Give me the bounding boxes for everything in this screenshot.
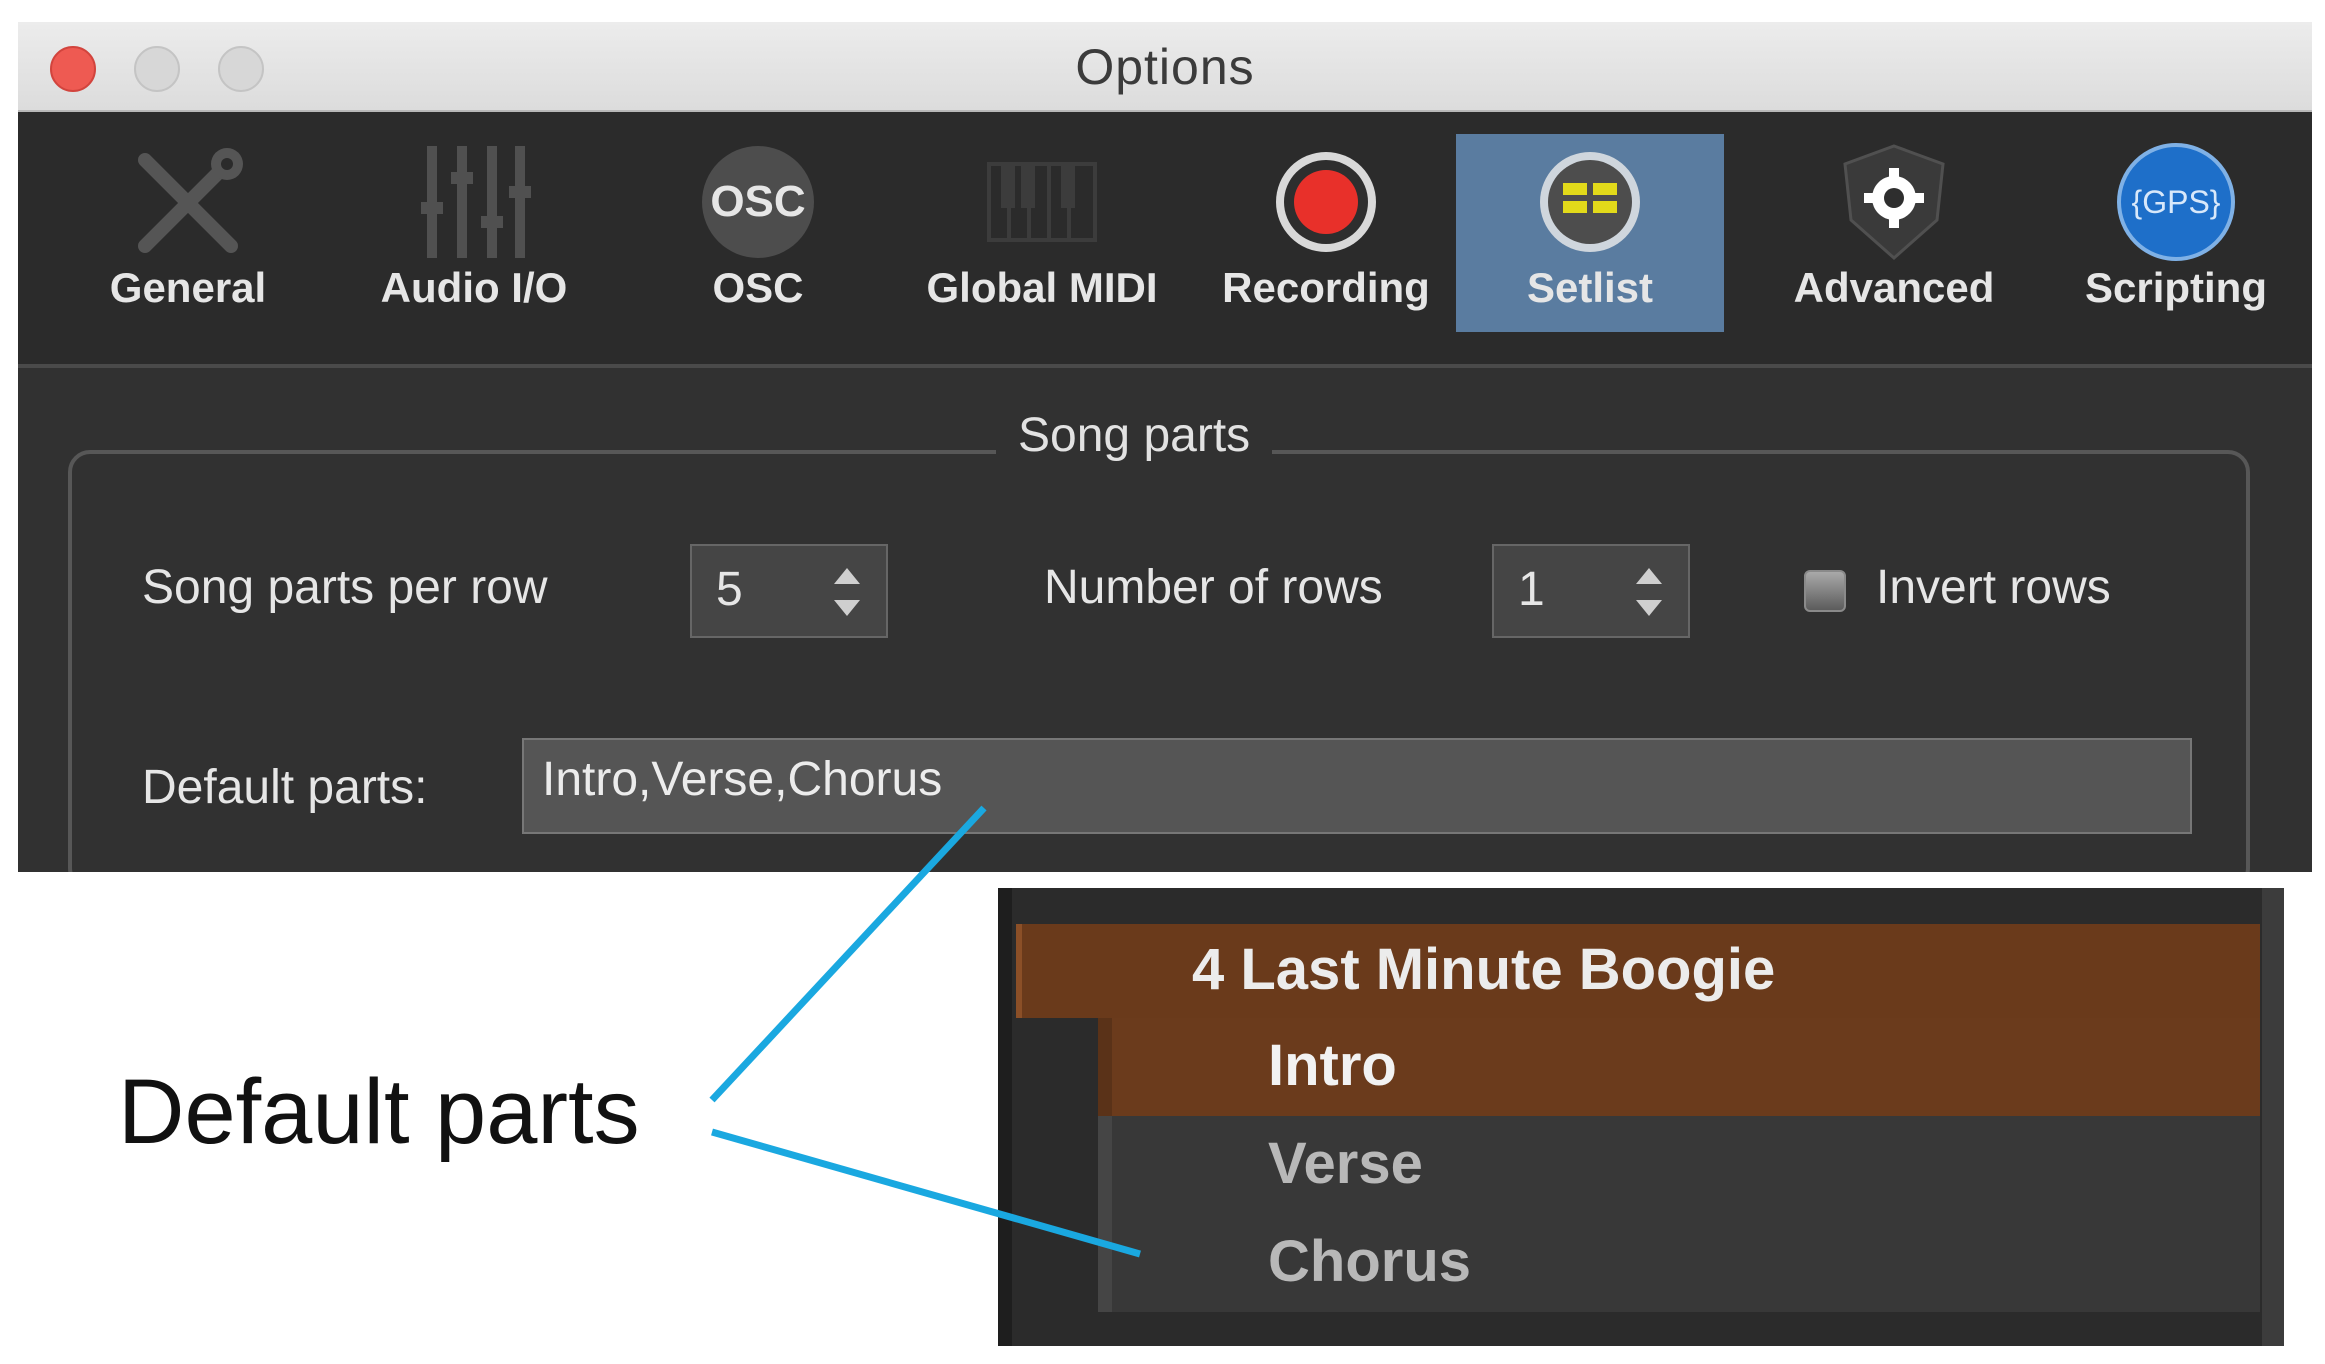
song-part-label: Intro [1268,1033,1397,1098]
tab-advanced-label: Advanced [1793,264,1995,311]
gear-shield-icon [1843,144,1945,261]
tab-general[interactable]: General [54,134,322,332]
song-part-label: Chorus [1268,1229,1471,1294]
invert-rows-checkbox[interactable] [1804,570,1846,612]
tab-setlist-label: Setlist [1526,264,1654,311]
tab-scripting[interactable]: {GPS} Scripting [2042,134,2310,332]
tab-global-midi[interactable]: Global MIDI [908,134,1176,332]
number-of-rows-label: Number of rows [1044,561,1383,614]
setlist-icon [1540,152,1640,252]
invert-rows-label: Invert rows [1876,561,2111,614]
tab-recording-label: Recording [1222,264,1430,311]
options-window: Options General Audio I/O OSC OSC Global… [18,22,2312,872]
song-parts-group-title: Song parts [996,408,1273,463]
setlist-song-row[interactable]: 4 Last Minute Boogie [1016,924,2260,1018]
song-title: 4 Last Minute Boogie [1192,937,1776,1002]
setlist-preview-panel: 4 Last Minute Boogie Intro Verse Chorus [998,888,2284,1346]
tab-audio-io[interactable]: Audio I/O [340,134,608,332]
title-bar: Options [18,22,2312,112]
song-part-row-intro[interactable]: Intro [1098,1018,2260,1116]
stepper-arrows-icon[interactable] [1632,564,1666,620]
tab-advanced[interactable]: Advanced [1760,134,2028,332]
default-parts-label: Default parts: [142,761,428,814]
keyboard-icon [987,162,1097,242]
mixer-faders-icon [421,146,531,258]
tab-recording[interactable]: Recording [1192,134,1460,332]
record-icon [1276,152,1376,252]
callout-label: Default parts [118,1061,640,1163]
song-parts-per-row-value: 5 [716,563,743,616]
tab-global-midi-label: Global MIDI [926,264,1158,311]
tab-setlist[interactable]: Setlist [1456,134,1724,332]
tab-osc[interactable]: OSC OSC [624,134,892,332]
options-toolbar: General Audio I/O OSC OSC Global MIDI Re… [18,112,2312,368]
song-part-row-verse[interactable]: Verse [1098,1116,2260,1214]
tab-osc-label: OSC [712,264,804,311]
osc-icon-text: OSC [710,177,806,226]
default-parts-input[interactable]: Intro,Verse,Chorus [522,738,2192,834]
setlist-options-content: Song parts Song parts per row 5 Number o… [18,368,2312,872]
stepper-arrows-icon[interactable] [830,564,864,620]
tab-general-label: General [109,264,267,311]
tab-scripting-label: Scripting [2084,264,2267,311]
song-parts-per-row-label: Song parts per row [142,561,548,614]
number-of-rows-value: 1 [1518,563,1545,616]
number-of-rows-spinbox[interactable]: 1 [1492,544,1690,638]
gps-icon: {GPS} [2117,143,2235,261]
song-part-row-chorus[interactable]: Chorus [1098,1214,2260,1312]
canvas: Options General Audio I/O OSC OSC Global… [0,0,2325,1364]
osc-icon: OSC [702,146,814,258]
song-parts-per-row-spinbox[interactable]: 5 [690,544,888,638]
song-part-label: Verse [1268,1131,1423,1196]
tab-audio-io-label: Audio I/O [380,264,568,311]
gps-icon-text: {GPS} [2131,183,2221,220]
setlist-left-gutter [998,888,1012,1346]
wrench-screwdriver-icon [138,148,243,253]
setlist-scrollbar[interactable] [2262,888,2284,1346]
window-title: Options [1075,39,1255,95]
